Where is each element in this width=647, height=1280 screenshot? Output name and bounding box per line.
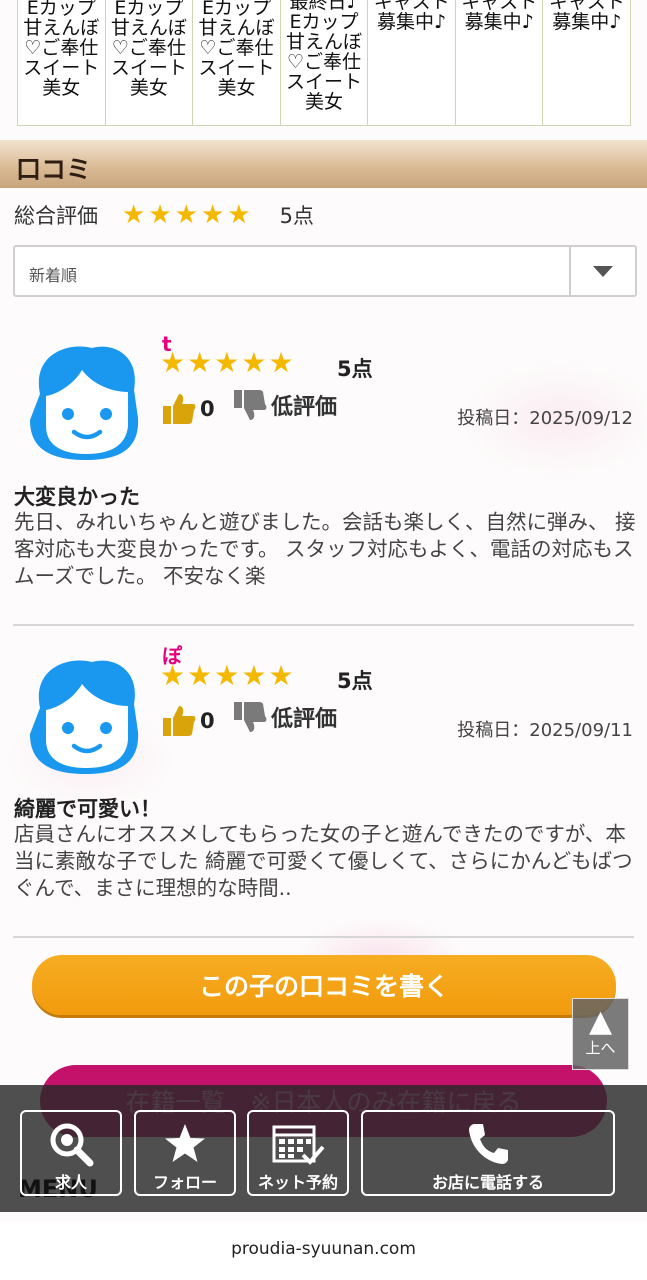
thumbs-up-icon <box>163 706 196 736</box>
review-score: 5点 <box>337 357 373 381</box>
review-stars: ★ ★ ★ ★ ★ <box>160 659 296 692</box>
cast-cell-text: Eカップ 甘えんぼ ♡ご奉仕 スイート 美女 <box>110 0 187 99</box>
cast-cell[interactable]: キャスト 募集中♪ <box>543 0 632 126</box>
overall-stars: ★ ★ ★ ★ ★ <box>122 202 254 228</box>
overall-score: 5点 <box>279 204 314 228</box>
review-body: 先日、みれいちゃんと遊びました。会話も楽しく、自然に弾み、 接客対応も大変良かっ… <box>14 510 636 588</box>
star-icon: ★ <box>241 659 267 692</box>
thumbs-down-icon <box>234 390 267 420</box>
star-icon: ★ <box>160 659 186 692</box>
overall-rating: 総合評価 ★ ★ ★ ★ ★ 5点 <box>14 198 314 232</box>
menu-call-button[interactable]: お店に電話する <box>361 1110 615 1196</box>
cast-cell[interactable]: キャスト 募集中♪ <box>368 0 456 126</box>
review-separator <box>13 936 634 938</box>
overall-rating-label: 総合評価 <box>14 204 98 228</box>
cast-cell-text: キャスト 募集中♪ <box>461 0 538 33</box>
review-body: 店員さんにオススメしてもらった女の子と遊んできたのですが、本当に素敵な子でした … <box>14 822 633 900</box>
like-count: 0 <box>200 709 215 733</box>
menu-reserve-button[interactable]: ネット予約 <box>247 1110 349 1196</box>
section-title: 口コミ <box>16 155 92 184</box>
chevron-down-icon[interactable] <box>593 266 613 277</box>
cast-cell[interactable]: キャスト 募集中♪ <box>455 0 544 126</box>
menu-item-label: 求人 <box>54 1173 87 1192</box>
scroll-top-button[interactable]: ▲ 上へ <box>572 998 629 1070</box>
cast-cell[interactable]: Eカップ 甘えんぼ ♡ご奉仕 スイート 美女 <box>105 0 194 126</box>
menu-item-label: お店に電話する <box>431 1173 544 1192</box>
cast-cell-text: 最終日♪ Eカップ 甘えんぼ ♡ご奉仕 スイート 美女 <box>286 0 363 113</box>
reviews-section-header: 口コミ <box>0 140 647 188</box>
cast-cell-text: キャスト 募集中♪ <box>373 0 450 33</box>
star-icon: ★ <box>214 346 240 379</box>
review-title: 綺麗で可愛い！ <box>14 797 161 821</box>
star-icon: ★ <box>122 200 146 230</box>
cast-cell-text: Eカップ 甘えんぼ ♡ご奉仕 スイート 美女 <box>23 0 100 99</box>
star-icon <box>165 1124 205 1162</box>
like-button[interactable]: 0 <box>162 704 215 738</box>
thumbs-up-icon <box>163 394 196 424</box>
up-arrow-icon: ▲ <box>588 1004 613 1039</box>
menu-recruit-button[interactable]: 求人 <box>20 1110 122 1196</box>
menu-item-label: ネット予約 <box>257 1173 338 1192</box>
calendar-check-icon <box>272 1125 325 1165</box>
avatar-icon <box>30 346 139 460</box>
cast-cell-text: キャスト 募集中♪ <box>548 0 625 33</box>
cast-cell[interactable]: 最終日♪ Eカップ 甘えんぼ ♡ご奉仕 スイート 美女 <box>280 0 369 126</box>
cast-cell[interactable]: Eカップ 甘えんぼ ♡ご奉仕 スイート 美女 <box>18 0 106 126</box>
post-date: 投稿日：2025/09/11 <box>457 720 633 741</box>
dislike-button[interactable]: 低評価 <box>233 388 337 422</box>
search-icon <box>50 1123 94 1167</box>
star-icon: ★ <box>187 346 213 379</box>
sort-divider <box>569 247 571 295</box>
thumbs-down-icon <box>234 702 267 732</box>
dislike-button[interactable]: 低評価 <box>233 700 337 734</box>
cast-strip: Eカップ 甘えんぼ ♡ご奉仕 スイート 美女 Eカップ 甘えんぼ ♡ご奉仕 スイ… <box>17 0 632 126</box>
browser-url-bar[interactable]: proudia-syuunan.com <box>0 1222 647 1280</box>
cast-cell[interactable]: Eカップ 甘えんぼ ♡ご奉仕 スイート 美女 <box>193 0 281 126</box>
avatar-icon <box>30 660 139 774</box>
like-button[interactable]: 0 <box>162 392 215 426</box>
dislike-label: 低評価 <box>271 395 338 420</box>
star-icon: ★ <box>214 659 240 692</box>
star-icon: ★ <box>148 200 172 230</box>
review-stars: ★ ★ ★ ★ ★ <box>160 346 296 379</box>
star-icon: ★ <box>187 659 213 692</box>
phone-icon <box>469 1124 508 1164</box>
write-review-button[interactable]: この子の口コミを書く <box>32 955 616 1015</box>
url-text: proudia-syuunan.com <box>231 1239 416 1259</box>
star-icon: ★ <box>174 200 198 230</box>
scroll-top-label: 上へ <box>585 1039 616 1057</box>
sort-select-value: 新着順 <box>29 266 78 285</box>
menu-item-label: フォロー <box>152 1173 217 1192</box>
dislike-label: 低評価 <box>271 707 338 732</box>
menu-follow-button[interactable]: フォロー <box>134 1110 236 1196</box>
star-icon: ★ <box>227 200 251 230</box>
like-count: 0 <box>200 397 215 421</box>
bottom-menu: MENU 求人 フォロー ネット予約 お店に電話する <box>0 1085 647 1212</box>
star-icon: ★ <box>160 346 186 379</box>
star-icon: ★ <box>268 346 294 379</box>
review-separator <box>13 624 634 626</box>
sort-select[interactable]: 新着順 <box>13 245 637 297</box>
cast-cell-text: Eカップ 甘えんぼ ♡ご奉仕 スイート 美女 <box>198 0 275 99</box>
review-score: 5点 <box>337 669 373 693</box>
star-icon: ★ <box>200 200 225 230</box>
post-date: 投稿日：2025/09/12 <box>457 408 633 429</box>
star-icon: ★ <box>241 346 267 379</box>
review-title: 大変良かった <box>14 485 140 509</box>
star-icon: ★ <box>268 659 294 692</box>
